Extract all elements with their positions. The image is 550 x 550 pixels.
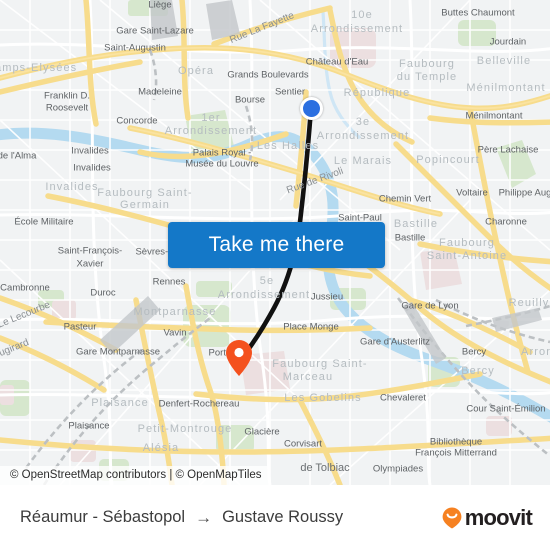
moovit-map-page: Liège Buttes Chaumont 10e Gare Saint-Lazare… <box>0 0 550 550</box>
origin-blue-dot[interactable] <box>300 97 323 120</box>
footer-bar: Réaumur - Sébastopol → Gustave Roussy mo… <box>0 485 550 550</box>
route-summary: Réaumur - Sébastopol → Gustave Roussy <box>20 508 343 528</box>
moovit-wordmark: moovit <box>464 504 533 530</box>
arrow-right-icon: → <box>195 507 213 527</box>
take-me-there-button[interactable]: Take me there <box>168 222 385 268</box>
map-canvas[interactable]: Liège Buttes Chaumont 10e Gare Saint-Lazare… <box>0 0 550 485</box>
destination-station-label: Gustave Roussy <box>222 508 344 526</box>
destination-pin[interactable] <box>225 339 253 382</box>
moovit-logo[interactable]: moovit <box>441 504 533 531</box>
origin-station-label: Réaumur - Sébastopol <box>20 508 186 526</box>
map-attribution[interactable]: © OpenStreetMap contributors | © OpenMap… <box>0 466 270 485</box>
moovit-pin-icon <box>442 507 462 528</box>
